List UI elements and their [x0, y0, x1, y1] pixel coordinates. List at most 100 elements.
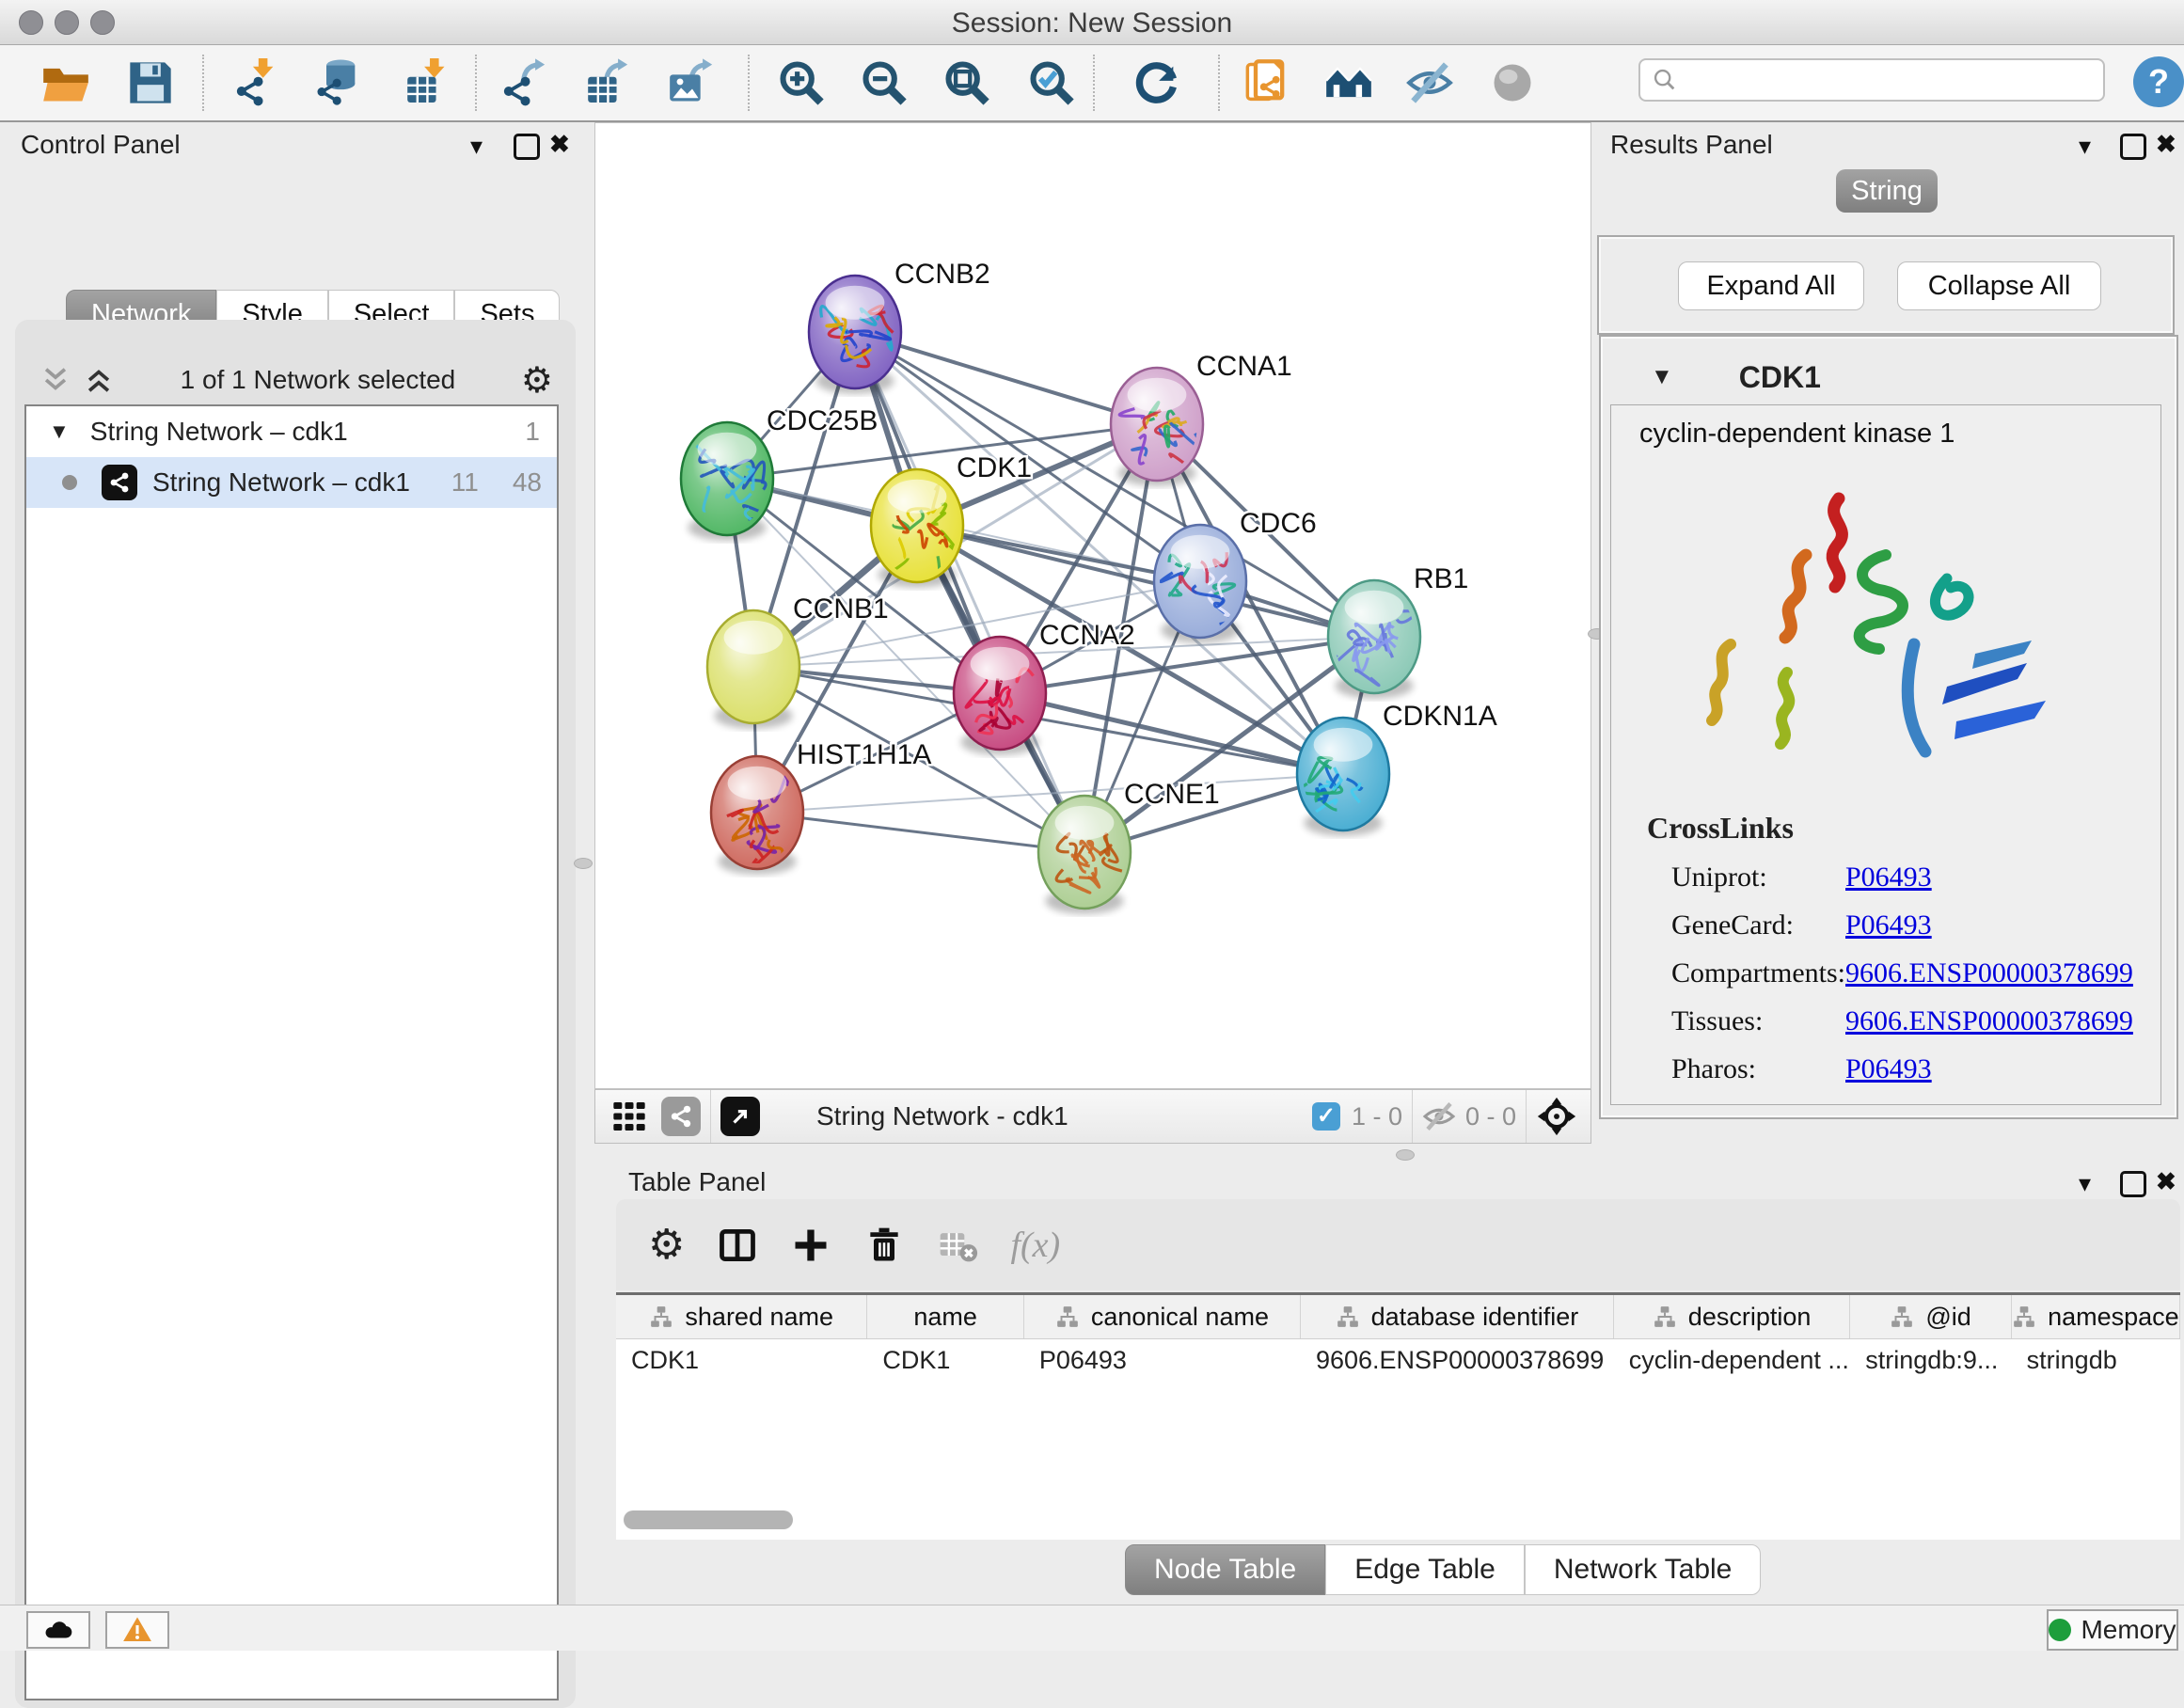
refresh-icon[interactable]	[1132, 58, 1181, 107]
table-gear-icon[interactable]: ⚙	[648, 1221, 685, 1269]
table-cell[interactable]: P06493	[1024, 1346, 1301, 1375]
network-row-selected[interactable]: String Network – cdk1 11 48	[26, 457, 557, 508]
results-panel-menu-icon[interactable]: ▾	[2079, 132, 2091, 161]
save-session-icon[interactable]	[126, 58, 175, 107]
column-header-@id[interactable]: @id	[1850, 1295, 2011, 1338]
crosslink-link[interactable]: P06493	[1845, 862, 1932, 894]
column-header-database-identifier[interactable]: database identifier	[1301, 1295, 1614, 1338]
toolbar-separator	[202, 55, 204, 111]
search-icon	[1652, 67, 1678, 93]
zoom-fit-icon[interactable]	[942, 58, 991, 107]
network-node-RB1[interactable]: RB1	[1328, 563, 1468, 699]
network-edge[interactable]	[855, 332, 1084, 852]
import-table-icon[interactable]	[403, 58, 451, 107]
protein-structure-image	[1665, 466, 2097, 804]
delete-column-icon[interactable]	[863, 1225, 905, 1266]
network-collection-row[interactable]: ▼ String Network – cdk1 1	[26, 406, 557, 457]
left-splitter-handle[interactable]	[574, 858, 593, 869]
zoom-in-icon[interactable]	[777, 58, 826, 107]
cloud-status-button[interactable]	[26, 1611, 90, 1649]
control-panel-menu-icon[interactable]: ▾	[470, 132, 483, 161]
column-header-name[interactable]: name	[867, 1295, 1023, 1338]
column-header-shared-name[interactable]: shared name	[616, 1295, 867, 1338]
show-columns-icon[interactable]	[717, 1225, 758, 1266]
import-network-database-icon[interactable]	[314, 58, 363, 107]
title-bar: Session: New Session	[0, 0, 2184, 45]
column-header-description[interactable]: description	[1614, 1295, 1851, 1338]
open-session-icon[interactable]	[41, 58, 90, 107]
crosslink-link[interactable]: 9606.ENSP00000378699	[1845, 957, 2133, 989]
table-cell[interactable]: stringdb:9...	[1850, 1346, 2011, 1375]
network-label: String Network – cdk1	[152, 467, 410, 498]
table-cell[interactable]: CDK1	[867, 1346, 1023, 1375]
table-panel-menu-icon[interactable]: ▾	[2079, 1169, 2091, 1198]
collapse-all-button[interactable]: Collapse All	[1897, 261, 2101, 310]
cloud-icon	[42, 1614, 74, 1646]
expand-all-button[interactable]: Expand All	[1678, 261, 1864, 310]
collection-expand-arrow-icon[interactable]: ▼	[49, 419, 70, 444]
control-panel-float-icon[interactable]	[514, 134, 540, 160]
table-cell[interactable]: cyclin-dependent ...	[1614, 1346, 1851, 1375]
expand-all-chevrons-icon[interactable]	[83, 364, 115, 396]
export-network-icon[interactable]	[500, 58, 549, 107]
network-canvas[interactable]: CCNB2CCNA1CDC25BCDK1CDC6RB1CCNB1CCNA2CDK…	[594, 122, 1591, 1089]
hide-details-eye-slash-icon[interactable]	[1405, 58, 1454, 107]
search-input[interactable]	[1678, 65, 2077, 96]
memory-button[interactable]: Memory	[2047, 1609, 2178, 1651]
results-panel-close-icon[interactable]: ✖	[2156, 130, 2176, 159]
import-network-file-icon[interactable]	[233, 58, 282, 107]
column-header-namespace[interactable]: namespace	[2012, 1295, 2180, 1338]
network-node-CCNA2[interactable]: CCNA2	[954, 620, 1135, 755]
tab-node-table[interactable]: Node Table	[1125, 1544, 1325, 1595]
network-selection-status: 1 of 1 Network selected	[115, 365, 521, 395]
network-node-CCNE1[interactable]: CCNE1	[1038, 779, 1220, 914]
view-grid-icon[interactable]	[610, 1098, 648, 1135]
selected-checkbox-icon[interactable]: ✓	[1312, 1102, 1340, 1131]
crosslink-link[interactable]: 9606.ENSP00000378699	[1845, 1005, 2133, 1037]
crosslinks-heading: CrossLinks	[1647, 811, 2155, 846]
network-list-gear-icon[interactable]: ⚙	[521, 359, 553, 402]
table-cell[interactable]: stringdb	[2012, 1346, 2180, 1375]
hidden-eye-slash-icon[interactable]	[1422, 1099, 1456, 1133]
tab-edge-table[interactable]: Edge Table	[1325, 1544, 1525, 1595]
gene-header[interactable]: ▼ CDK1	[1651, 354, 2140, 401]
crosslink-row: Tissues:9606.ENSP00000378699	[1647, 997, 2155, 1045]
detach-view-icon[interactable]	[720, 1097, 760, 1136]
view-network-icon[interactable]	[661, 1097, 701, 1136]
table-panel-float-icon[interactable]	[2120, 1171, 2146, 1197]
show-details-eye-icon[interactable]	[1488, 58, 1537, 107]
tab-network-table[interactable]: Network Table	[1525, 1544, 1762, 1595]
zoom-out-icon[interactable]	[860, 58, 909, 107]
crosslink-link[interactable]: P06493	[1845, 909, 1932, 941]
network-node-HIST1H1A[interactable]: HIST1H1A	[711, 739, 931, 875]
table-row[interactable]: CDK1CDK1P064939606.ENSP00000378699cyclin…	[616, 1339, 2180, 1381]
toolbar-separator	[1526, 1090, 1527, 1143]
network-node-CDC6[interactable]: CDC6	[1154, 508, 1317, 643]
houses-icon[interactable]	[1324, 58, 1373, 107]
crosslink-link[interactable]: P06493	[1845, 1053, 1932, 1085]
control-panel-title: Control Panel	[21, 130, 181, 160]
control-panel-close-icon[interactable]: ✖	[549, 130, 570, 159]
zoom-selected-icon[interactable]	[1027, 58, 1076, 107]
network-file-icon[interactable]	[1243, 58, 1292, 107]
results-panel-float-icon[interactable]	[2120, 134, 2146, 160]
gene-collapse-arrow-icon[interactable]: ▼	[1651, 364, 1673, 390]
table-panel-close-icon[interactable]: ✖	[2156, 1167, 2176, 1196]
export-image-icon[interactable]	[668, 58, 717, 107]
network-graph[interactable]: CCNB2CCNA1CDC25BCDK1CDC6RB1CCNB1CCNA2CDK…	[595, 123, 1591, 1088]
column-header-canonical-name[interactable]: canonical name	[1024, 1295, 1301, 1338]
function-builder-icon: f(x)	[1010, 1225, 1060, 1266]
fit-crosshair-icon[interactable]	[1536, 1096, 1577, 1137]
warnings-button[interactable]	[105, 1611, 169, 1649]
help-button[interactable]: ?	[2133, 56, 2184, 107]
add-column-icon[interactable]	[790, 1225, 831, 1266]
table-cell[interactable]: CDK1	[616, 1346, 867, 1375]
tab-string[interactable]: String	[1836, 169, 1938, 213]
table-cell[interactable]: 9606.ENSP00000378699	[1301, 1346, 1614, 1375]
table-horizontal-scrollbar[interactable]	[624, 1510, 793, 1529]
network-node-CDKN1A[interactable]: CDKN1A	[1297, 701, 1497, 836]
network-edge[interactable]	[757, 813, 1084, 852]
collapse-all-chevrons-icon[interactable]	[40, 364, 71, 396]
search-box[interactable]	[1638, 58, 2105, 102]
export-table-icon[interactable]	[583, 58, 632, 107]
